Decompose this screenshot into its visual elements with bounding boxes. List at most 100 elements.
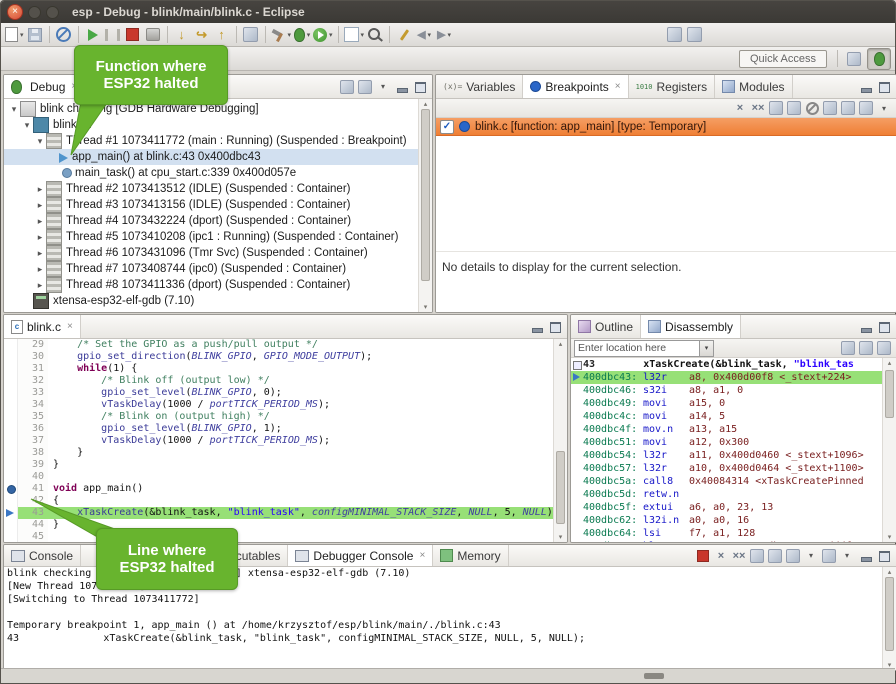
- disassembly-line[interactable]: 43 xTaskCreate(&blink_task, "blink_tas: [571, 358, 896, 371]
- resume-icon[interactable]: [84, 25, 102, 44]
- vertical-scrollbar[interactable]: ▴▾: [553, 339, 567, 542]
- collapse-all-icon[interactable]: [357, 79, 373, 95]
- link-with-debug-view-icon[interactable]: [858, 100, 874, 116]
- disassembly-line[interactable]: 400dbc57:l32ra10, 0x400d0464 <_stext+110…: [571, 462, 896, 475]
- remove-launch-icon[interactable]: ×: [713, 548, 729, 564]
- quick-access-button[interactable]: Quick Access: [739, 50, 827, 68]
- vertical-scrollbar[interactable]: ▴▾: [882, 358, 896, 542]
- step-return-icon[interactable]: ↑: [213, 25, 231, 44]
- editor-line[interactable]: 41void app_main(): [4, 483, 567, 495]
- expand-icon[interactable]: [573, 361, 582, 370]
- debug-perspective-button[interactable]: [867, 48, 891, 70]
- editor-line[interactable]: 29 /* Set the GPIO as a push/pull output…: [4, 339, 567, 351]
- disassembly-line[interactable]: 400dbc5f:extuia6, a0, 23, 13: [571, 501, 896, 514]
- clear-console-icon[interactable]: [749, 548, 765, 564]
- maximize-view-icon[interactable]: [877, 549, 892, 563]
- debug-icon[interactable]: ▾: [293, 25, 311, 44]
- tab-breakpoints[interactable]: Breakpoints ×: [523, 75, 628, 98]
- minimize-view-icon[interactable]: [859, 320, 874, 334]
- terminate-icon[interactable]: [124, 25, 142, 44]
- view-menu-icon[interactable]: ▾: [375, 79, 391, 95]
- breakpoint-checkbox[interactable]: ✓: [440, 120, 454, 134]
- go-to-file-for-breakpoint-icon[interactable]: [786, 100, 802, 116]
- annotation-ruler[interactable]: [4, 351, 18, 363]
- location-input[interactable]: Enter location here: [574, 340, 700, 357]
- minimize-view-icon[interactable]: [859, 549, 874, 563]
- remove-breakpoint-icon[interactable]: ×: [732, 100, 748, 116]
- open-console-icon[interactable]: [821, 548, 837, 564]
- editor-line[interactable]: 31 while(1) {: [4, 363, 567, 375]
- instruction-stepping-icon[interactable]: [242, 25, 260, 44]
- close-icon[interactable]: ×: [419, 550, 425, 561]
- skip-all-breakpoints-icon[interactable]: [55, 25, 73, 44]
- editor-line[interactable]: 44}: [4, 519, 567, 531]
- pin-console-icon[interactable]: [785, 548, 801, 564]
- maximize-view-icon[interactable]: [877, 320, 892, 334]
- editor-line[interactable]: 38 }: [4, 447, 567, 459]
- refresh-view-icon[interactable]: [840, 340, 856, 356]
- code-editor[interactable]: 29 /* Set the GPIO as a push/pull output…: [4, 339, 567, 542]
- disassembly-line[interactable]: 400dbc43:l32ra8, 0x400d00f8 <_stext+224>: [571, 371, 896, 384]
- debug-tree-item[interactable]: ▸Thread #5 1073410208 (ipc1 : Running) (…: [4, 229, 432, 245]
- open-resource-icon[interactable]: [685, 25, 703, 44]
- editor-line[interactable]: 32 /* Blink off (output low) */: [4, 375, 567, 387]
- sync-with-active-context-icon[interactable]: [876, 340, 892, 356]
- debug-tree-item[interactable]: ▸Thread #8 1073411336 (dport) (Suspended…: [4, 277, 432, 293]
- annotation-ruler[interactable]: [4, 507, 18, 519]
- annotation-ruler[interactable]: [4, 435, 18, 447]
- open-element-icon[interactable]: [665, 25, 683, 44]
- tab-blink-c[interactable]: c blink.c ×: [4, 315, 81, 338]
- search-icon[interactable]: [366, 25, 384, 44]
- suspend-icon[interactable]: [104, 25, 122, 44]
- run-icon[interactable]: ▾: [313, 25, 333, 44]
- track-expression-icon[interactable]: [858, 340, 874, 356]
- debug-tree-item[interactable]: ▸Thread #7 1073408744 (ipc0) (Suspended …: [4, 261, 432, 277]
- minimize-button[interactable]: [28, 6, 41, 19]
- collapse-all-icon[interactable]: [840, 100, 856, 116]
- terminate-icon[interactable]: [695, 548, 711, 564]
- debug-tree-item[interactable]: ▾blink.elf: [4, 117, 432, 133]
- debug-tree-item[interactable]: ▸Thread #2 1073413512 (IDLE) (Suspended …: [4, 181, 432, 197]
- annotation-ruler[interactable]: [4, 495, 18, 507]
- annotation-ruler[interactable]: [4, 387, 18, 399]
- tab-disassembly[interactable]: Disassembly: [641, 315, 741, 338]
- new-cpp-class-icon[interactable]: ▾: [344, 25, 365, 44]
- disassembly-listing[interactable]: 43 xTaskCreate(&blink_task, "blink_tas40…: [571, 358, 896, 542]
- debug-tree-item[interactable]: app_main() at blink.c:43 0x400dbc43: [4, 149, 432, 165]
- annotation-ruler[interactable]: [4, 339, 18, 351]
- disassembly-line[interactable]: 400dbc4c:movia14, 5: [571, 410, 896, 423]
- minimize-view-icon[interactable]: [395, 80, 410, 94]
- last-edit-location-icon[interactable]: [395, 25, 413, 44]
- back-icon[interactable]: ◀▾: [415, 25, 433, 44]
- editor-line[interactable]: 35 /* Blink on (output high) */: [4, 411, 567, 423]
- display-selected-console-icon[interactable]: ▾: [803, 548, 819, 564]
- forward-icon[interactable]: ▶▾: [435, 25, 453, 44]
- disassembly-line[interactable]: 400dbc5a:call80x40084314 <xTaskCreatePin…: [571, 475, 896, 488]
- minimize-view-icon[interactable]: [859, 80, 874, 94]
- close-icon[interactable]: ×: [615, 81, 621, 92]
- vertical-scrollbar[interactable]: ▴▾: [418, 99, 432, 312]
- disassembly-line[interactable]: 400dbc46:s32ia8, a1, 0: [571, 384, 896, 397]
- new-wizard-icon[interactable]: ▾: [5, 25, 24, 44]
- disassembly-line[interactable]: 400dbc5d:retw.n: [571, 488, 896, 501]
- disassembly-line[interactable]: 400dbc4f:mov.na13, a15: [571, 423, 896, 436]
- maximize-button[interactable]: [46, 6, 59, 19]
- editor-line[interactable]: 40: [4, 471, 567, 483]
- editor-line[interactable]: 33 gpio_set_level(BLINK_GPIO, 0);: [4, 387, 567, 399]
- tab-outline[interactable]: Outline: [571, 315, 641, 338]
- tab-memory[interactable]: Memory: [433, 545, 508, 566]
- debug-tree-item[interactable]: main_task() at cpu_start.c:339 0x400d057…: [4, 165, 432, 181]
- vertical-scrollbar[interactable]: ▴▾: [882, 567, 896, 670]
- remove-all-terminated-icon[interactable]: [339, 79, 355, 95]
- annotation-ruler[interactable]: [4, 519, 18, 531]
- disassembly-line[interactable]: 400dbc49:movia15, 0: [571, 397, 896, 410]
- editor-line[interactable]: 43 xTaskCreate(&blink_task, "blink_task"…: [4, 507, 567, 519]
- build-icon[interactable]: ▾: [271, 25, 292, 44]
- tab-variables[interactable]: (x)= Variables: [436, 75, 523, 98]
- step-over-icon[interactable]: ↪: [193, 25, 211, 44]
- annotation-ruler[interactable]: [4, 411, 18, 423]
- debug-tree-item[interactable]: ▸Thread #3 1073413156 (IDLE) (Suspended …: [4, 197, 432, 213]
- view-menu-icon[interactable]: ▾: [839, 548, 855, 564]
- close-button[interactable]: ×: [7, 4, 23, 20]
- remove-all-launches-icon[interactable]: ××: [731, 548, 747, 564]
